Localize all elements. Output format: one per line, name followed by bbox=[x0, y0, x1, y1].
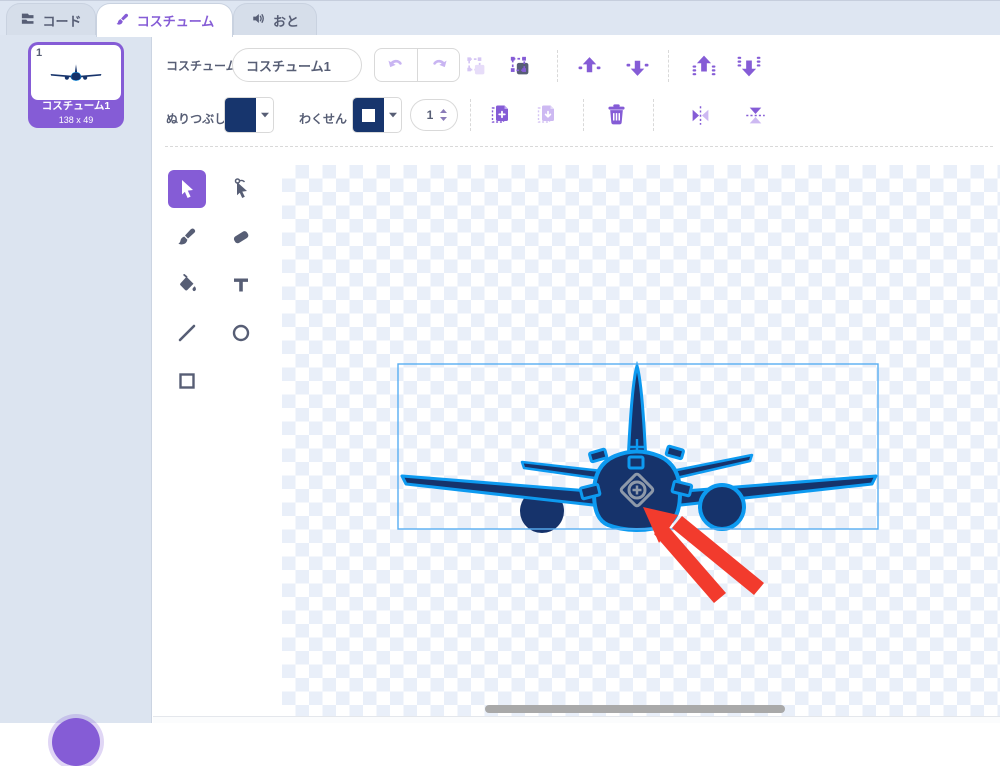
stroke-width-stepper[interactable] bbox=[410, 99, 458, 131]
costume-list-panel: 1 コスチューム1 138 x 49 bbox=[0, 35, 152, 723]
toolbar-separator bbox=[165, 146, 993, 147]
speaker-icon bbox=[251, 11, 266, 29]
brush-tool-icon bbox=[176, 226, 198, 248]
costume-thumbnail-airplane bbox=[49, 63, 103, 82]
costume-name-label: コスチューム bbox=[166, 51, 238, 79]
costume-name: コスチューム1 bbox=[28, 98, 124, 113]
toolbar-divider bbox=[470, 99, 471, 131]
select-cursor-icon bbox=[176, 178, 198, 200]
send-backward-button[interactable] bbox=[620, 48, 654, 84]
scratch-paint-editor: { "tabs": [ { "label": "コード" }, { "label… bbox=[0, 0, 1000, 723]
tool-rectangle[interactable] bbox=[168, 362, 206, 400]
costume-thumbnail: 1 bbox=[31, 45, 121, 100]
tab-costume[interactable]: コスチューム bbox=[96, 3, 233, 37]
fill-color-value bbox=[225, 98, 256, 132]
trash-icon bbox=[605, 103, 628, 126]
tab-strip: コード コスチューム おと bbox=[0, 0, 1000, 35]
airplane-drawing bbox=[282, 165, 1000, 716]
paint-canvas[interactable] bbox=[282, 165, 1000, 716]
group-button[interactable] bbox=[460, 50, 492, 82]
toolbar-divider bbox=[668, 50, 669, 82]
copy-icon bbox=[491, 104, 511, 124]
fill-color-swatch[interactable] bbox=[224, 97, 274, 133]
delete-button[interactable] bbox=[599, 97, 633, 131]
tab-sound-label: おと bbox=[273, 11, 299, 30]
tool-text[interactable] bbox=[222, 266, 260, 304]
flip-horizontal-button[interactable] bbox=[684, 99, 716, 131]
bring-forward-icon bbox=[578, 55, 601, 78]
ungroup-button[interactable] bbox=[504, 50, 536, 82]
ungroup-icon bbox=[510, 56, 531, 77]
costume-size: 138 x 49 bbox=[28, 115, 124, 125]
redo-button[interactable] bbox=[417, 49, 459, 81]
paste-icon bbox=[537, 104, 557, 124]
group-icon bbox=[466, 56, 487, 77]
send-to-back-icon bbox=[737, 54, 761, 78]
undo-redo-group bbox=[374, 48, 460, 82]
stepper-arrows-icon bbox=[439, 108, 448, 122]
brush-icon bbox=[115, 12, 130, 30]
copy-button[interactable] bbox=[486, 99, 516, 129]
chevron-down-icon bbox=[256, 98, 273, 132]
bring-to-front-button[interactable] bbox=[686, 48, 722, 84]
tab-code[interactable]: コード bbox=[6, 3, 96, 36]
circle-tool-icon bbox=[230, 322, 252, 344]
chevron-down-icon bbox=[384, 98, 401, 132]
eraser-tool-icon bbox=[230, 226, 252, 248]
paste-button[interactable] bbox=[532, 99, 562, 129]
horizontal-scrollbar[interactable] bbox=[485, 705, 785, 713]
bring-forward-button[interactable] bbox=[572, 48, 606, 84]
outline-color-swatch[interactable] bbox=[352, 97, 402, 133]
tool-reshape[interactable] bbox=[222, 170, 260, 208]
stroke-width-input[interactable] bbox=[421, 108, 439, 122]
tool-circle[interactable] bbox=[222, 314, 260, 352]
fill-color-label: ぬりつぶし bbox=[166, 104, 226, 132]
fill-bucket-icon bbox=[176, 274, 198, 296]
code-blocks-icon bbox=[20, 11, 35, 29]
toolbar-divider bbox=[583, 99, 584, 131]
tool-eraser[interactable] bbox=[222, 218, 260, 256]
add-costume-button[interactable] bbox=[52, 718, 100, 766]
reshape-cursor-icon bbox=[230, 178, 252, 200]
flip-horizontal-icon bbox=[690, 105, 711, 126]
toolbar-divider bbox=[557, 50, 558, 82]
line-tool-icon bbox=[176, 322, 198, 344]
plane-upper-wing-left bbox=[522, 462, 602, 479]
tool-fill[interactable] bbox=[168, 266, 206, 304]
costume-index: 1 bbox=[36, 47, 42, 59]
toolbar-divider bbox=[653, 99, 654, 131]
tool-brush[interactable] bbox=[168, 218, 206, 256]
plane-main-wing-left bbox=[402, 476, 602, 506]
tab-sound[interactable]: おと bbox=[233, 3, 317, 36]
outline-color-label: わくせん bbox=[299, 104, 347, 132]
costume-name-input[interactable] bbox=[232, 48, 362, 82]
plane-upper-wing-right bbox=[672, 455, 752, 479]
editor-bottom-edge bbox=[153, 716, 1000, 723]
bring-to-front-icon bbox=[692, 54, 716, 78]
plane-engine-right bbox=[700, 485, 744, 529]
tab-code-label: コード bbox=[42, 11, 81, 30]
rectangle-tool-icon bbox=[176, 370, 198, 392]
costume-card-selected[interactable]: 1 コスチューム1 138 x 49 bbox=[28, 42, 124, 128]
outline-ring bbox=[362, 109, 375, 122]
flip-vertical-button[interactable] bbox=[739, 99, 771, 131]
send-backward-icon bbox=[626, 55, 649, 78]
tab-costume-label: コスチューム bbox=[137, 11, 215, 30]
flip-vertical-icon bbox=[745, 105, 766, 126]
text-tool-icon bbox=[230, 274, 252, 296]
tool-line[interactable] bbox=[168, 314, 206, 352]
tool-select[interactable] bbox=[168, 170, 206, 208]
send-to-back-button[interactable] bbox=[731, 48, 767, 84]
undo-button[interactable] bbox=[375, 49, 417, 81]
